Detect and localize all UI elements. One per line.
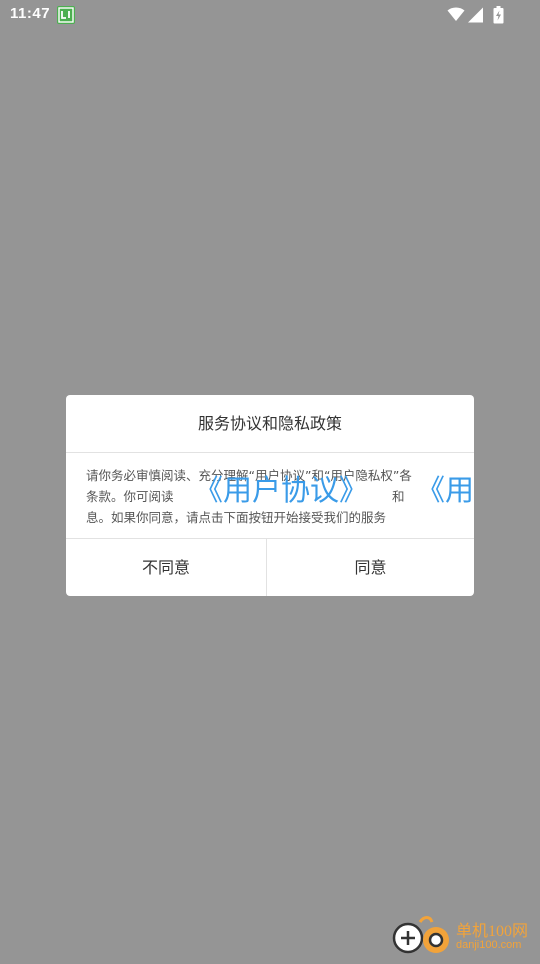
agree-button[interactable]: 同意	[267, 539, 474, 596]
danji100-logo-icon	[390, 912, 454, 964]
battery-charging-icon	[493, 6, 504, 28]
status-time: 11:47	[10, 5, 51, 22]
dialog-body: 请你务必审慎阅读、充分理解“用户协议”和“用户隐私权”各 条款。你可阅读 和 息…	[86, 460, 474, 534]
cell-signal-icon	[467, 7, 484, 27]
user-agreement-link[interactable]: 《用户协议》	[194, 473, 368, 507]
dialog-divider	[66, 452, 474, 453]
privacy-policy-dialog: 服务协议和隐私政策 请你务必审慎阅读、充分理解“用户协议”和“用户隐私权”各 条…	[66, 395, 474, 596]
launcher-app-icon	[57, 6, 75, 24]
body-line-2: 条款。你可阅读	[86, 489, 174, 504]
status-bar: 11:47	[0, 0, 540, 30]
watermark-brand: 单机100网	[456, 923, 529, 940]
watermark-domain: danji100.com	[456, 939, 522, 951]
body-line-3: 息。如果你同意，请点击下面按钮开始接受我们的服务	[86, 510, 387, 525]
site-watermark: 单机100网 danji100.com	[390, 912, 540, 960]
user-privacy-link[interactable]: 《用	[416, 473, 474, 507]
body-and-text: 和	[392, 489, 405, 504]
disagree-button[interactable]: 不同意	[66, 539, 266, 596]
wifi-icon	[447, 7, 465, 26]
dialog-title: 服务协议和隐私政策	[197, 414, 342, 433]
